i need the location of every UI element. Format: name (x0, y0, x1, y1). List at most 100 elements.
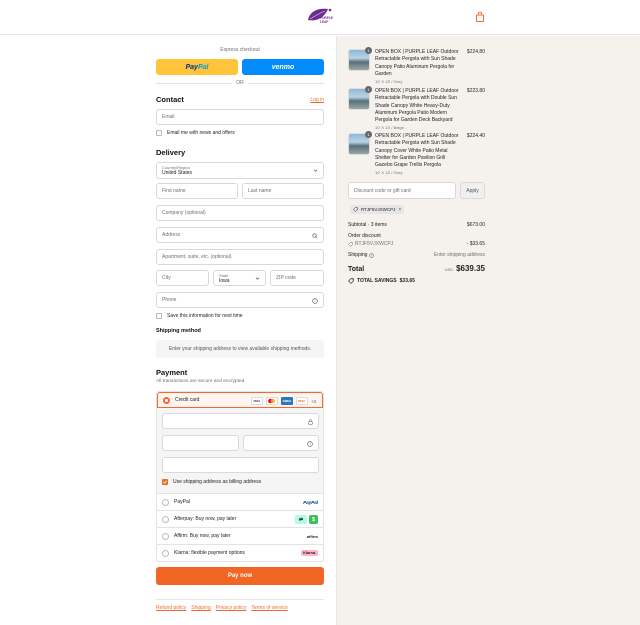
first-name-field[interactable]: First name (156, 183, 238, 199)
email-placeholder: Email (162, 114, 175, 120)
help-icon[interactable]: ? (369, 252, 375, 258)
klarna-option-label: Klarna: flexible payment options (174, 550, 245, 556)
paypal-option[interactable]: PayPal PayPal (157, 493, 323, 510)
discount-code-input[interactable]: Discount code or gift card (348, 182, 456, 199)
discover-icon: DISC (295, 397, 308, 405)
shipping-value: Enter shipping address (433, 252, 485, 258)
terms-of-service-link[interactable]: Terms of service (251, 605, 287, 611)
delivery-title: Delivery (156, 148, 186, 157)
pay-now-button[interactable]: Pay now (156, 567, 324, 585)
discount-detail: RTJF5VJXWCPJ (348, 241, 393, 247)
product-price: $224.80 (466, 49, 485, 55)
billing-address-row[interactable]: Use shipping address as billing address (162, 479, 261, 485)
product-title: OPEN BOX | PURPLE LEAF Outdoor Retractab… (375, 49, 461, 85)
privacy-policy-link[interactable]: Privacy policy (216, 605, 247, 611)
shipping-row: Shipping ? Enter shipping address (348, 252, 485, 258)
remove-discount-icon[interactable]: × (398, 207, 401, 213)
security-code-field[interactable]: ? (243, 435, 319, 451)
klarna-option[interactable]: Klarna: flexible payment options Klarna. (157, 544, 323, 561)
product-title-text: OPEN BOX | PURPLE LEAF Outdoor Retractab… (375, 49, 459, 77)
afterpay-radio[interactable] (162, 515, 169, 523)
product-price: $223.80 (466, 88, 485, 94)
affirm-option[interactable]: Affirm: Buy now, pay later affirm (157, 527, 323, 544)
product-image: 1 (348, 131, 372, 155)
phone-field[interactable]: Phone ? (156, 292, 324, 308)
klarna-radio[interactable] (162, 549, 169, 557)
refund-policy-link[interactable]: Refund policy (156, 605, 186, 611)
apply-discount-button[interactable]: Apply (460, 182, 485, 199)
save-info-row[interactable]: Save this information for next time (156, 313, 243, 319)
news-checkbox[interactable] (156, 130, 162, 136)
apartment-placeholder: Apartment, suite, etc. (optional) (162, 254, 232, 260)
discount-value: - $33.65 (466, 241, 485, 247)
subtotal-row: Subtotal · 3 items $673.00 (348, 222, 485, 228)
payment-subtitle: All transactions are secure and encrypte… (156, 379, 246, 384)
expiration-field[interactable] (162, 435, 239, 451)
email-field[interactable]: Email (156, 109, 324, 125)
card-number-field[interactable] (162, 413, 319, 429)
affirm-logo: affirm (306, 534, 318, 539)
total-row: Total USD $639.35 (348, 264, 485, 273)
company-field[interactable]: Company (optional) (156, 205, 324, 221)
product-variant: 10' X 13' / Grey (375, 170, 403, 176)
state-select[interactable]: State Iowa (213, 270, 266, 286)
paypal-radio[interactable] (162, 498, 169, 506)
product-title: OPEN BOX | PURPLE LEAF Outdoor Retractab… (375, 133, 461, 177)
discount-placeholder: Discount code or gift card (354, 187, 411, 194)
credit-card-radio[interactable] (163, 396, 170, 404)
phone-placeholder: Phone (162, 297, 177, 303)
discount-code-label: RTJF5VJXWCPJ (361, 207, 396, 212)
subtotal-label: Subtotal · 3 items (348, 222, 387, 228)
city-field[interactable]: City (156, 270, 209, 286)
paypal-logo: PayPal (303, 500, 318, 505)
credit-card-label: Credit card (175, 397, 200, 403)
quantity-badge: 1 (365, 86, 372, 93)
quantity-badge: 1 (365, 47, 372, 54)
afterpay-option[interactable]: Afterpay: Buy now, pay later ⇄ $ (157, 510, 323, 527)
card-logos: VISA AMEX DISC +3 (250, 397, 316, 405)
affirm-option-label: Affirm: Buy now, pay later (174, 533, 231, 539)
product-price: $224.40 (466, 133, 485, 139)
shipping-label: Shipping (348, 252, 368, 258)
product-title-text: OPEN BOX | PURPLE LEAF Outdoor Retractab… (375, 133, 459, 169)
footer-links: Refund policy Shipping Privacy policy Te… (156, 605, 288, 611)
svg-text:?: ? (314, 299, 316, 303)
tag-icon (348, 278, 354, 284)
product-variant: 10' X 13' / Grey (375, 79, 403, 85)
address-field[interactable]: Address (156, 227, 324, 243)
paypal-option-label: PayPal (174, 499, 190, 505)
save-info-checkbox[interactable] (156, 313, 162, 319)
chevron-down-icon (313, 169, 318, 172)
company-placeholder: Company (optional) (162, 210, 206, 216)
apartment-field[interactable]: Apartment, suite, etc. (optional) (156, 249, 324, 265)
subtotal-value: $673.00 (466, 222, 485, 228)
billing-checkbox[interactable] (162, 479, 168, 485)
last-name-placeholder: Last name (248, 188, 272, 194)
venmo-express-button[interactable]: venmo (242, 59, 324, 75)
quantity-badge: 1 (365, 131, 372, 138)
svg-text:?: ? (371, 253, 373, 257)
shopping-bag-icon[interactable] (474, 11, 486, 23)
paypal-label-2: Pal (197, 63, 209, 71)
shipping-link[interactable]: Shipping (191, 605, 210, 611)
total-value: $639.35 (456, 264, 485, 273)
help-icon[interactable]: ? (312, 298, 318, 304)
cash-icon: $ (309, 515, 318, 524)
help-icon[interactable]: ? (307, 441, 313, 447)
afterpay-logo: ⇄ $ (295, 515, 318, 524)
paypal-express-button[interactable]: Pay Pal (156, 59, 238, 75)
currency-code: USD (444, 267, 454, 272)
credit-card-option[interactable]: Credit card VISA AMEX DISC +3 (157, 392, 323, 408)
paypal-label-1: Pay (185, 63, 198, 71)
last-name-field[interactable]: Last name (242, 183, 324, 199)
name-on-card-field[interactable] (162, 457, 319, 473)
klarna-logo: Klarna. (301, 550, 318, 556)
zip-field[interactable]: ZIP code (270, 270, 324, 286)
country-select[interactable]: Country/Region United States (156, 162, 324, 179)
news-checkbox-row[interactable]: Email me with news and offers (156, 130, 235, 136)
purple-leaf-logo[interactable]: PURPLE LEAF (306, 6, 336, 28)
login-link[interactable]: Log in (310, 97, 324, 103)
or-divider: OR (156, 80, 324, 86)
affirm-radio[interactable] (162, 532, 169, 540)
savings-value: $33.65 (399, 278, 415, 284)
